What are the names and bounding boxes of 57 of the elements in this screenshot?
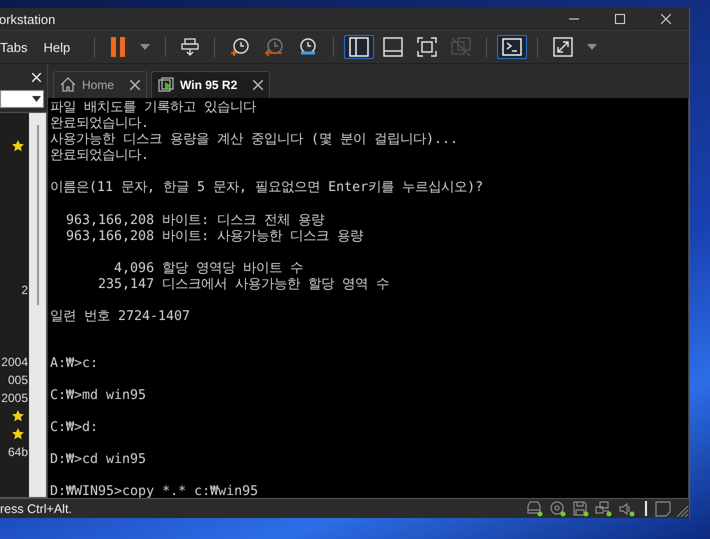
bottom-bar-layout-icon: [383, 37, 404, 57]
floppy-icon[interactable]: [572, 500, 590, 516]
clock-arrow-icon: [264, 37, 284, 57]
console-line: 4,096 할당 영역당 바이트 수: [113, 260, 304, 276]
menu-item[interactable]: Help: [43, 40, 78, 54]
pause-icon: [110, 36, 126, 58]
console-line: D:₩WIN95>copy *.* c:₩win95: [50, 484, 258, 498]
library-item[interactable]: 2: [21, 283, 28, 297]
library-item[interactable]: 2004: [1, 355, 28, 369]
console-line: 일련 번호 2724-1407: [50, 308, 190, 324]
console-line: 파일 배치도를 기록하고 있습니다: [50, 99, 256, 114]
status-hint: ress Ctrl+Alt.: [0, 502, 73, 516]
fullscreen-icon: [417, 37, 438, 57]
close-icon[interactable]: [130, 80, 140, 90]
dropdown[interactable]: [0, 90, 44, 108]
console-line: 963,166,208 바이트: 디스크 전체 용량: [65, 212, 324, 227]
star-icon: [12, 140, 24, 152]
stretch-icon: [553, 37, 574, 57]
caret-icon: [32, 96, 41, 102]
console-line: 완료되었습니다.: [50, 115, 150, 130]
terminal-icon: [502, 38, 522, 56]
tab[interactable]: Win 95 R2: [151, 71, 270, 98]
note-icon[interactable]: [655, 500, 671, 516]
hard-disk-icon[interactable]: [526, 500, 544, 516]
console-line: 이름은(11 문자, 한글 5 문자, 필요없으면 Enter키를 누르십시오)?: [50, 179, 484, 195]
toolbar-button[interactable]: [344, 35, 374, 59]
console-line: C:₩>md win95: [50, 388, 146, 404]
vm-play-icon: [158, 77, 174, 93]
clock-wrench-icon: [298, 37, 318, 57]
sidebar-layout-icon: [349, 37, 370, 57]
overlapping-windows-icon: [451, 37, 472, 57]
library-item[interactable]: 2005: [1, 391, 28, 405]
disc-icon[interactable]: [549, 500, 567, 516]
console-line: A:₩>c:: [50, 356, 98, 372]
speaker-icon[interactable]: [618, 500, 636, 516]
console-line: 완료되었습니다.: [50, 147, 150, 162]
star-icon: [12, 410, 24, 422]
close-icon[interactable]: [253, 80, 264, 90]
clock-plus-icon: [230, 37, 250, 57]
network-icon[interactable]: [595, 500, 613, 516]
scrollbar[interactable]: [29, 113, 46, 497]
console-line: C:₩>d:: [50, 420, 98, 436]
tab[interactable]: Home: [53, 71, 148, 98]
maximize-icon[interactable]: [615, 14, 625, 24]
console-line: 235,147 디스크에서 사용가능한 할당 영역 수: [97, 276, 390, 292]
home-icon: [60, 77, 76, 93]
console-line: 사용가능한 디스크 용량을 계산 중입니다 (몇 분이 걸립니다)...: [50, 131, 458, 146]
caret-icon: [587, 44, 598, 50]
library-item[interactable]: 005: [8, 373, 28, 387]
toolbar-button[interactable]: [497, 35, 528, 59]
caret-icon: [140, 44, 150, 50]
menu-item[interactable]: Tabs: [0, 40, 34, 54]
library-item[interactable]: 64b: [8, 445, 28, 459]
star-icon: [12, 428, 24, 440]
console-line: 963,166,208 바이트: 사용가능한 디스크 용량: [65, 228, 364, 243]
keyboard-arrow-icon: [181, 38, 200, 56]
console-line: D:₩>cd win95: [50, 452, 146, 468]
